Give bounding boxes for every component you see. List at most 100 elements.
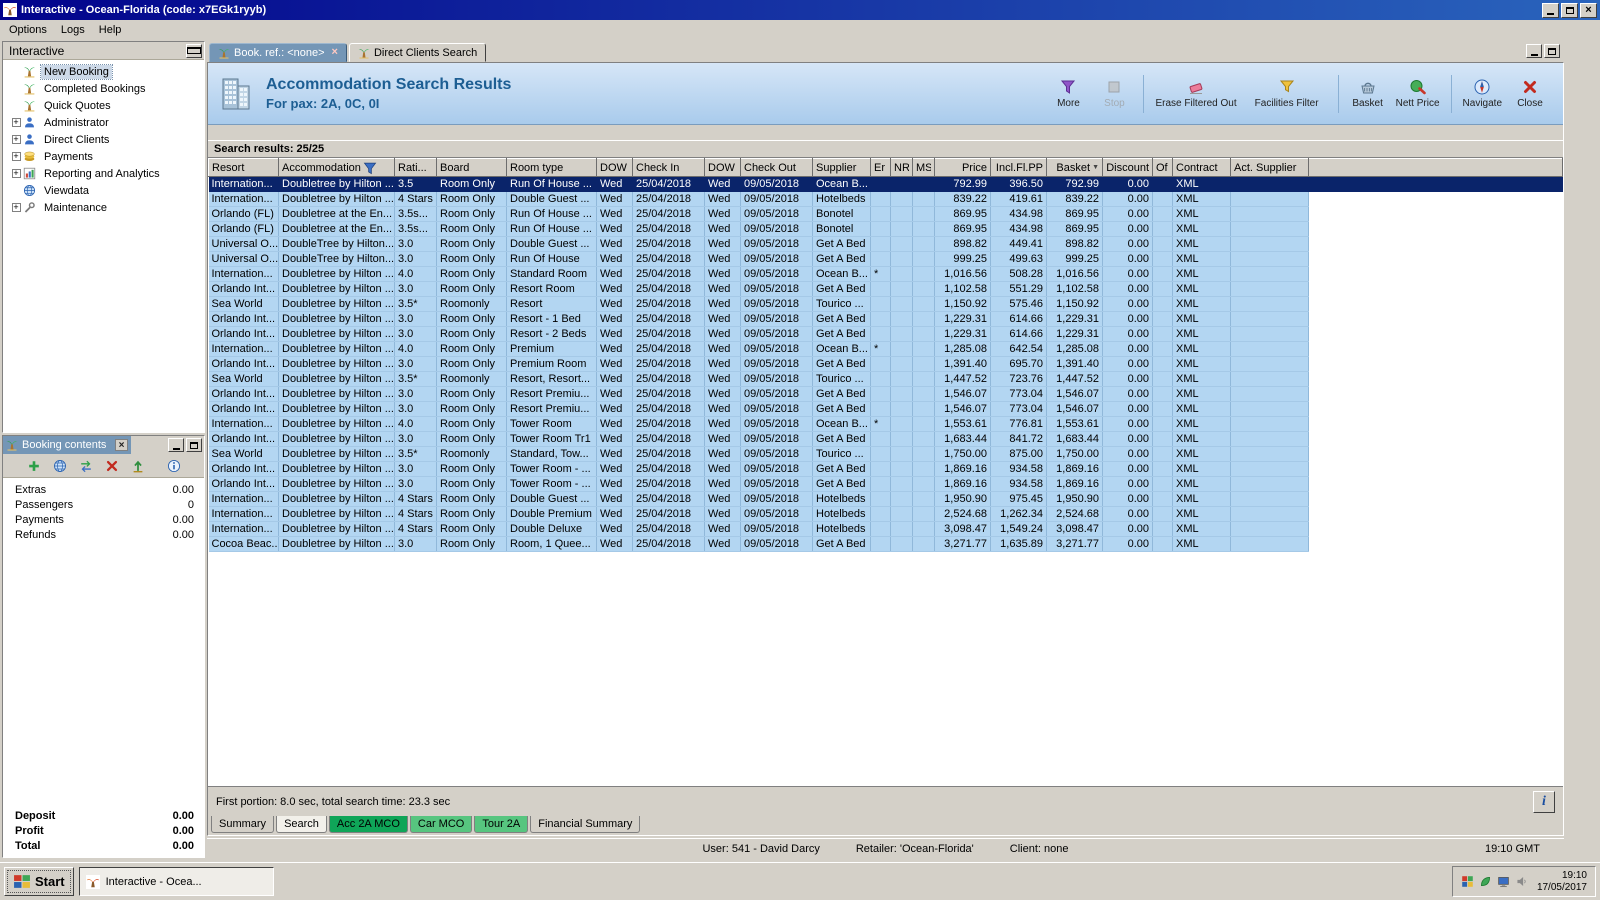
column-header-basket-15[interactable]: Basket ▼ [1046, 158, 1103, 177]
restore-button[interactable] [186, 438, 202, 452]
minimize-button[interactable] [168, 438, 184, 452]
globe-button[interactable] [51, 457, 69, 475]
sidebar-item-quick-quotes[interactable]: Quick Quotes [3, 97, 204, 114]
bottom-tab-acc-2a-mco[interactable]: Acc 2A MCO [328, 816, 408, 833]
info-button[interactable]: i [1533, 790, 1555, 813]
expand-plus-icon[interactable]: + [11, 118, 21, 127]
export-button[interactable] [129, 457, 147, 475]
expand-plus-icon[interactable]: + [11, 169, 21, 178]
expand-plus-icon[interactable]: + [11, 203, 21, 212]
table-row[interactable]: Internation... Doubletree by Hilton ... 4.… [208, 416, 1563, 432]
table-row[interactable]: Orlando Int... Doubletree by Hilton ... 3.… [208, 476, 1563, 492]
sidebar-item-reporting-and-analytics[interactable]: + Reporting and Analytics [3, 165, 204, 182]
table-row[interactable]: Internation... Doubletree by Hilton ... 4.… [208, 266, 1563, 282]
monitor-icon[interactable] [1497, 875, 1510, 888]
minimize-button[interactable] [1526, 44, 1542, 58]
sidebar-item-completed-bookings[interactable]: Completed Bookings [3, 80, 204, 97]
column-header-price-13[interactable]: Price [934, 158, 991, 177]
facilities-filter-button[interactable]: Facilities Filter [1244, 76, 1330, 111]
expander-slot[interactable]: + [9, 169, 23, 178]
close-icon[interactable]: × [332, 47, 338, 58]
tab-book-ref-none[interactable]: Book. ref.: <none> × [209, 43, 347, 62]
booking-contents-titlebar[interactable]: Booking contents × [3, 436, 131, 454]
table-row[interactable]: Sea World Doubletree by Hilton ... 3.5* Roo… [208, 371, 1563, 387]
column-header-discount-16[interactable]: Discount [1102, 158, 1153, 177]
leaf-icon[interactable] [1479, 875, 1492, 888]
table-row[interactable]: Universal O... DoubleTree by Hilton... 3.0… [208, 236, 1563, 252]
taskbar-task-button[interactable]: Interactive - Ocea... [78, 867, 274, 896]
table-row[interactable]: Internation... Doubletree by Hilton ... 4 … [208, 491, 1563, 507]
table-row[interactable]: Internation... Doubletree by Hilton ... 4 … [208, 521, 1563, 537]
expander-slot[interactable]: + [9, 135, 23, 144]
table-row[interactable]: Orlando Int... Doubletree by Hilton ... 3.… [208, 386, 1563, 402]
bottom-tab-search[interactable]: Search [276, 816, 327, 833]
table-row[interactable]: Orlando Int... Doubletree by Hilton ... 3.… [208, 326, 1563, 342]
sidebar-item-administrator[interactable]: + Administrator [3, 114, 204, 131]
table-row[interactable]: Orlando Int... Doubletree by Hilton ... 3.… [208, 461, 1563, 477]
delete-button[interactable] [103, 457, 121, 475]
bottom-tab-summary[interactable]: Summary [211, 816, 275, 833]
menu-item-options[interactable]: Options [2, 22, 54, 38]
table-row[interactable]: Orlando Int... Doubletree by Hilton ... 3.… [208, 311, 1563, 327]
maximize-button[interactable] [1561, 2, 1578, 18]
add-button[interactable] [25, 457, 43, 475]
column-header-dow-5[interactable]: DOW [596, 158, 633, 177]
sidebar-item-viewdata[interactable]: Viewdata [3, 182, 204, 199]
column-header-of-17[interactable]: Of [1152, 158, 1173, 177]
expand-plus-icon[interactable]: + [11, 152, 21, 161]
booking-item-refunds[interactable]: Refunds 0.00 [3, 527, 204, 542]
column-header-incl-fl-pp-14[interactable]: Incl.Fl.PP [990, 158, 1047, 177]
bottom-tab-financial-summary[interactable]: Financial Summary [530, 816, 641, 833]
info-button[interactable] [165, 457, 183, 475]
speaker-icon[interactable] [1515, 875, 1528, 888]
tab-direct-clients-search[interactable]: Direct Clients Search [348, 43, 487, 62]
column-header-nr-11[interactable]: NR [890, 158, 913, 177]
column-header-rati-2[interactable]: Rati... [394, 158, 437, 177]
grid-icon[interactable] [1461, 875, 1474, 888]
booking-item-payments[interactable]: Payments 0.00 [3, 512, 204, 527]
table-row[interactable]: Internation... Doubletree by Hilton ... 3.… [208, 176, 1563, 192]
nett-price-button[interactable]: Nett Price [1393, 76, 1443, 111]
column-header-dow-7[interactable]: DOW [704, 158, 741, 177]
column-header-er-10[interactable]: Er [870, 158, 891, 177]
expand-plus-icon[interactable]: + [11, 135, 21, 144]
restore-button[interactable] [1544, 44, 1560, 58]
table-row[interactable]: Sea World Doubletree by Hilton ... 3.5* Roo… [208, 296, 1563, 312]
sidebar-item-payments[interactable]: + Payments [3, 148, 204, 165]
minimize-button[interactable] [1542, 2, 1559, 18]
bottom-tab-tour-2a[interactable]: Tour 2A [474, 816, 529, 833]
column-header-act-supplier-19[interactable]: Act. Supplier [1230, 158, 1309, 177]
column-header-accommodation-1[interactable]: Accommodation [278, 158, 395, 177]
close-button[interactable]: Close [1509, 76, 1551, 111]
expander-slot[interactable]: + [9, 203, 23, 212]
sidebar-item-direct-clients[interactable]: + Direct Clients [3, 131, 204, 148]
expander-slot[interactable]: + [9, 152, 23, 161]
column-header-check-in-6[interactable]: Check In [632, 158, 705, 177]
close-button[interactable]: × [1580, 2, 1597, 18]
table-row[interactable]: Orlando (FL) Doubletree at the En... 3.5s.… [208, 221, 1563, 237]
column-header-supplier-9[interactable]: Supplier [812, 158, 871, 177]
table-row[interactable]: Internation... Doubletree by Hilton ... 4 … [208, 191, 1563, 207]
table-row[interactable]: Cocoa Beac... Doubletree by Hilton ... 3.0… [208, 536, 1563, 552]
navigate-button[interactable]: Navigate [1460, 76, 1505, 111]
column-header-ms-12[interactable]: MS [912, 158, 935, 177]
booking-item-passengers[interactable]: Passengers 0 [3, 497, 204, 512]
collapse-panel-button[interactable] [186, 43, 202, 58]
table-row[interactable]: Orlando Int... Doubletree by Hilton ... 3.… [208, 281, 1563, 297]
menu-item-help[interactable]: Help [92, 22, 129, 38]
bottom-tab-car-mco[interactable]: Car MCO [409, 816, 473, 833]
column-header-check-out-8[interactable]: Check Out [740, 158, 813, 177]
table-row[interactable]: Orlando Int... Doubletree by Hilton ... 3.… [208, 401, 1563, 417]
sidebar-item-maintenance[interactable]: + Maintenance [3, 199, 204, 216]
sidebar-item-new-booking[interactable]: New Booking [3, 63, 204, 80]
column-header-board-3[interactable]: Board [436, 158, 507, 177]
start-button[interactable]: Start [4, 867, 74, 896]
booking-item-extras[interactable]: Extras 0.00 [3, 482, 204, 497]
expander-slot[interactable]: + [9, 118, 23, 127]
table-row[interactable]: Universal O... DoubleTree by Hilton... 3.0… [208, 251, 1563, 267]
table-row[interactable]: Orlando Int... Doubletree by Hilton ... 3.… [208, 356, 1563, 372]
table-row[interactable]: Orlando Int... Doubletree by Hilton ... 3.… [208, 431, 1563, 447]
table-row[interactable]: Internation... Doubletree by Hilton ... 4.… [208, 341, 1563, 357]
table-row[interactable]: Sea World Doubletree by Hilton ... 3.5* Roo… [208, 446, 1563, 462]
table-row[interactable]: Orlando (FL) Doubletree at the En... 3.5s.… [208, 206, 1563, 222]
